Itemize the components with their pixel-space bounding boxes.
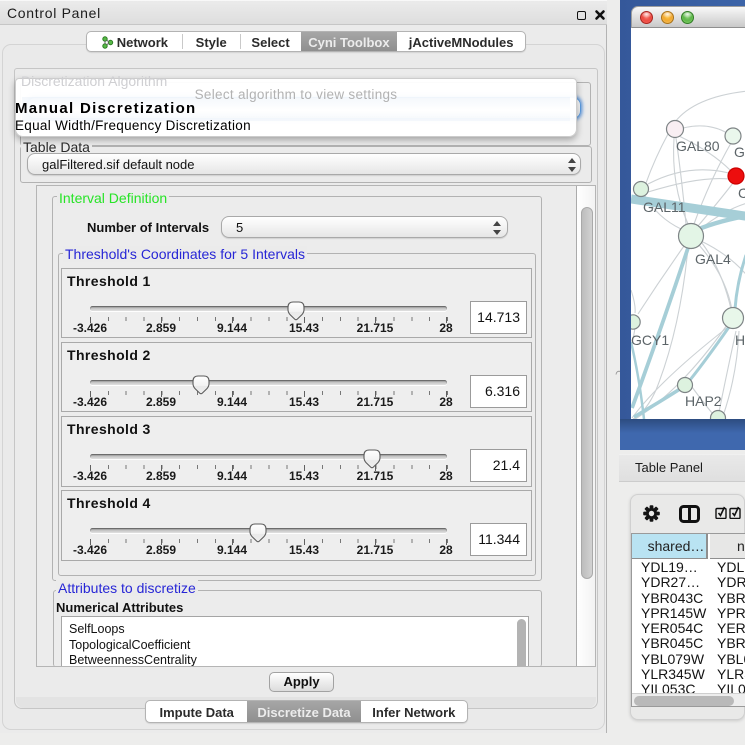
svg-text:GCY1: GCY1 [631,332,669,348]
svg-text:GAL1: GAL1 [734,144,745,160]
svg-text:C: C [738,185,745,201]
svg-text:HAP2: HAP2 [685,393,722,409]
svg-text:GAL4: GAL4 [695,251,731,267]
svg-text:GAL80: GAL80 [676,138,720,154]
svg-text:GAL11: GAL11 [643,199,686,215]
svg-text:HI: HI [735,332,745,348]
